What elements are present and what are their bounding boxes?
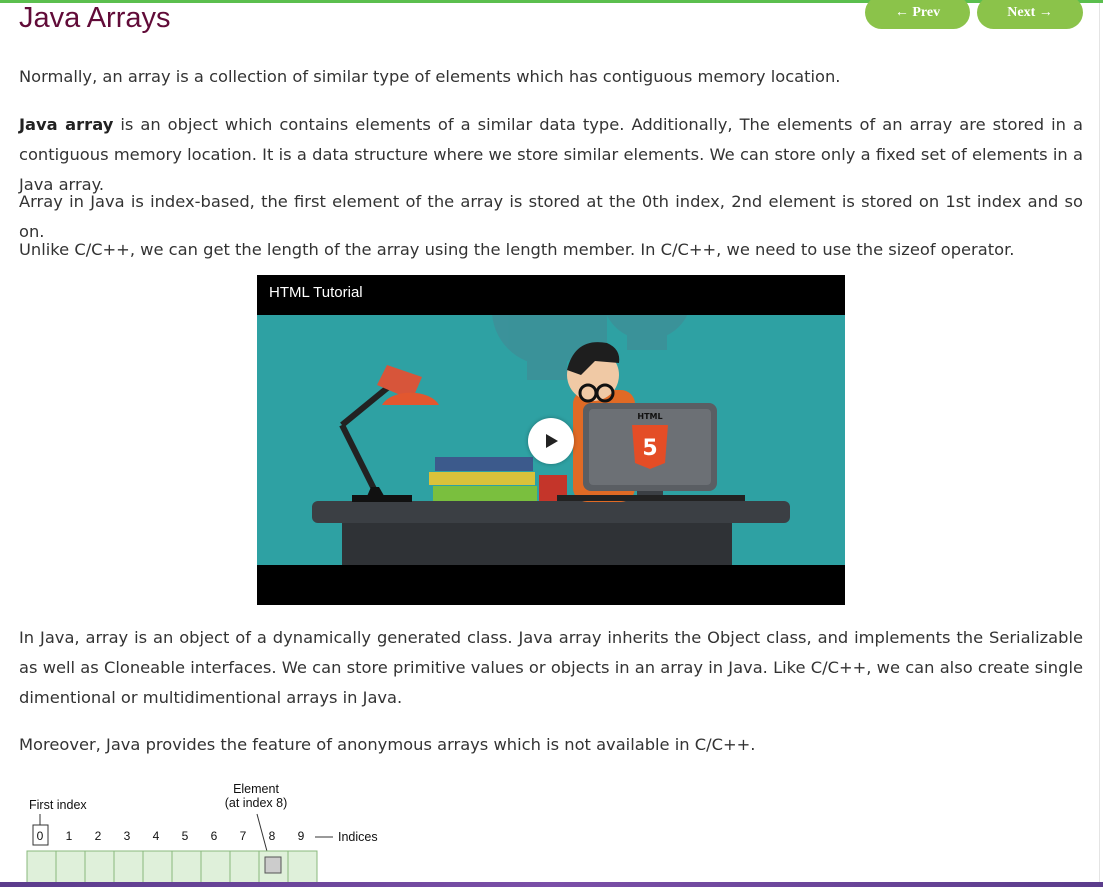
anonymous-paragraph: Moreover, Java provides the feature of a… — [19, 735, 756, 754]
play-button[interactable] — [528, 418, 574, 464]
html5-badge-number: 5 — [642, 436, 657, 461]
prev-button[interactable]: ← Prev — [865, 0, 970, 29]
next-button[interactable]: Next → — [977, 0, 1083, 29]
java-array-term: Java array — [19, 115, 114, 134]
page-title: Java Arrays — [19, 2, 171, 34]
index-label-5: 5 — [182, 829, 189, 843]
array-diagram: First index Element (at index 8) Indices… — [25, 775, 405, 887]
index-label-3: 3 — [124, 829, 131, 843]
index-label-0: 0 — [37, 829, 44, 843]
bottom-bar — [0, 882, 1103, 887]
index-label-6: 6 — [211, 829, 218, 843]
play-icon — [546, 434, 558, 448]
monitor-html-label: HTML — [637, 412, 662, 421]
index-label-4: 4 — [153, 829, 160, 843]
index-label-9: 9 — [298, 829, 305, 843]
highlighted-element — [264, 856, 282, 874]
index-label-8: 8 — [269, 829, 276, 843]
object-paragraph: In Java, array is an object of a dynamic… — [19, 628, 1083, 707]
right-divider — [1099, 3, 1100, 883]
video-title: HTML Tutorial — [269, 284, 363, 301]
definition-text: is an object which contains elements of … — [19, 115, 1083, 194]
video-player[interactable]: HTML Tutorial HTML 5 — [257, 275, 845, 605]
length-paragraph: Unlike C/C++, we can get the length of t… — [19, 240, 1015, 259]
intro-paragraph: Normally, an array is a collection of si… — [19, 67, 841, 86]
index-label-1: 1 — [66, 829, 73, 843]
index-label-7: 7 — [240, 829, 247, 843]
index-label-2: 2 — [95, 829, 102, 843]
